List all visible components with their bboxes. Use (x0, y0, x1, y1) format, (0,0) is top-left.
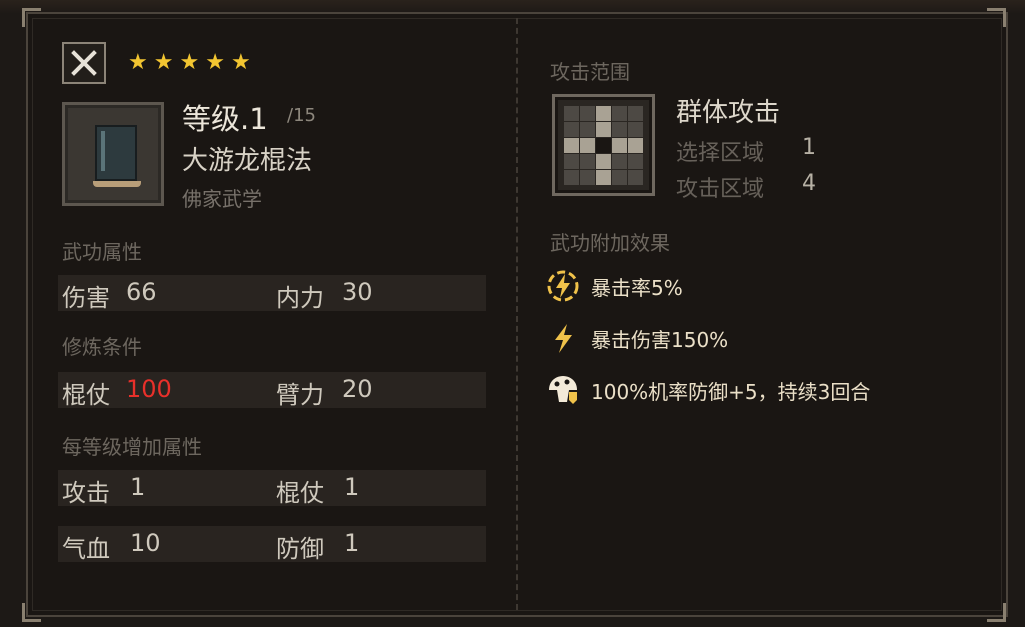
select-area-label: 选择区域 (676, 141, 765, 166)
stat-label: 棍仗 (276, 479, 324, 507)
star-icon: ★ (179, 50, 200, 75)
effect-text: 暴击率5% (591, 275, 683, 300)
panel-divider (516, 18, 518, 610)
select-area-value: 1 (802, 135, 816, 160)
stat-value-insufficient: 100 (126, 375, 172, 403)
corner-ornament (22, 8, 41, 27)
corner-ornament (987, 8, 1006, 27)
star-icon: ★ (153, 50, 174, 75)
skill-level: 等级.1 (182, 102, 268, 136)
skill-school: 佛家武学 (182, 187, 262, 211)
stat-label: 棍仗 (62, 381, 110, 409)
stat-label: 伤害 (62, 284, 110, 312)
stat-value: 66 (126, 278, 157, 306)
effect-item: 暴击率5% (545, 268, 683, 304)
rarity-stars: ★ ★ ★ ★ ★ (128, 51, 251, 75)
range-name: 群体攻击 (676, 98, 781, 128)
requirement-row: 棍仗 100 臂力 20 (58, 372, 486, 409)
star-icon: ★ (230, 50, 251, 75)
stat-label: 防御 (276, 535, 324, 563)
skill-book-slot (62, 102, 164, 206)
effect-item: 100%机率防御+5，持续3回合 (545, 372, 870, 408)
attack-area-value: 4 (802, 171, 816, 196)
stat-label: 内力 (276, 284, 324, 312)
attack-range-grid (552, 94, 655, 196)
corner-ornament (987, 603, 1006, 622)
skill-level-max: /15 (287, 105, 316, 126)
skill-name: 大游龙棍法 (182, 146, 313, 176)
effect-text: 暴击伤害150% (591, 327, 729, 352)
book-icon (93, 125, 141, 187)
lightning-icon (555, 324, 572, 353)
effects-title: 武功附加效果 (550, 231, 670, 255)
stat-label: 气血 (62, 535, 110, 563)
lightning-circle-icon (547, 270, 579, 302)
stat-value: 1 (344, 529, 360, 557)
attack-area-label: 攻击区域 (676, 177, 765, 202)
effect-item: 暴击伤害150% (545, 320, 728, 356)
corner-ornament (22, 603, 41, 622)
stat-label: 臂力 (276, 381, 324, 409)
stat-value: 10 (130, 529, 161, 557)
star-icon: ★ (128, 50, 148, 75)
stat-value: 1 (130, 473, 146, 501)
stat-value: 30 (342, 278, 373, 306)
close-icon (71, 50, 97, 76)
stat-value: 20 (342, 375, 373, 403)
range-title: 攻击范围 (550, 60, 630, 84)
requirements-title: 修炼条件 (62, 335, 142, 359)
range-grid-icon (564, 106, 643, 185)
star-icon: ★ (205, 50, 225, 75)
effect-text: 100%机率防御+5，持续3回合 (591, 379, 871, 404)
per-level-row: 气血 10 防御 1 (58, 526, 486, 563)
per-level-title: 每等级增加属性 (62, 435, 202, 459)
stat-value: 1 (344, 473, 360, 501)
attributes-title: 武功属性 (62, 240, 142, 264)
per-level-row: 攻击 1 棍仗 1 (58, 470, 486, 507)
attribute-row: 伤害 66 内力 30 (58, 275, 486, 312)
stat-label: 攻击 (62, 479, 110, 507)
close-button[interactable] (62, 42, 106, 84)
mushroom-shield-icon (549, 376, 577, 404)
